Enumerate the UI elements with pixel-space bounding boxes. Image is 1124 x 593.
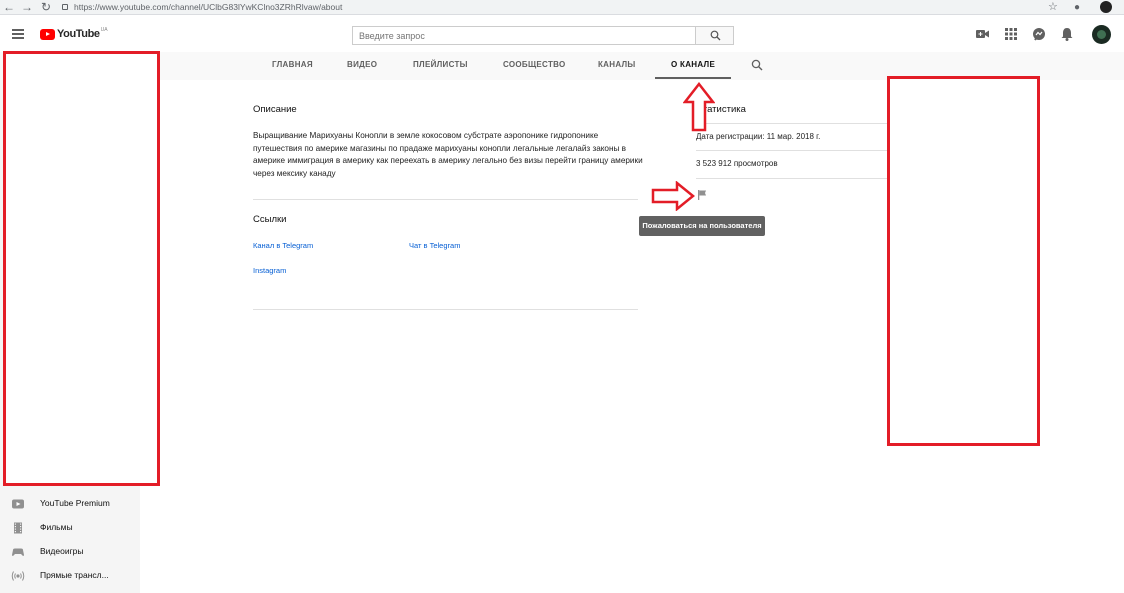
divider	[696, 123, 891, 124]
apps-icon[interactable]	[1003, 26, 1019, 42]
address-bar[interactable]: https://www.youtube.com/channel/UClbG83l…	[62, 1, 1062, 14]
sidebar-item-label: YouTube Premium	[40, 498, 110, 508]
youtube-icon	[12, 499, 24, 509]
reload-icon[interactable]: ↻	[39, 0, 53, 15]
tab-videos[interactable]: ВИДЕО	[347, 60, 377, 69]
channel-search-icon[interactable]	[751, 59, 763, 71]
divider	[696, 150, 891, 151]
channel-description: Выращивание Марихуаны Конопли в земле ко…	[253, 131, 643, 178]
sidebar-item-games[interactable]: Видеоигры	[0, 541, 140, 563]
logo-text: YouTube	[57, 28, 100, 40]
sidebar-item-films[interactable]: Фильмы	[0, 517, 140, 539]
tab-playlists[interactable]: ПЛЕЙЛИСТЫ	[413, 60, 468, 69]
links-heading: Ссылки	[253, 214, 287, 225]
right-redaction-box	[887, 76, 1040, 446]
right-arrow-annotation	[651, 181, 695, 211]
search-icon	[710, 30, 721, 41]
tab-about[interactable]: О КАНАЛЕ	[671, 60, 715, 69]
youtube-logo[interactable]: YouTube UA	[40, 26, 108, 42]
search-box	[352, 26, 734, 45]
create-video-icon[interactable]	[974, 26, 990, 42]
menu-icon[interactable]	[12, 29, 24, 39]
arrow-left-icon[interactable]: ←	[2, 0, 16, 15]
divider	[253, 199, 638, 200]
tab-community[interactable]: СООБЩЕСТВО	[503, 60, 566, 69]
sidebar-item-live[interactable]: Прямые трансл...	[0, 565, 140, 587]
sidebar-item-label: Видеоигры	[40, 546, 84, 556]
report-tooltip: Пожаловаться на пользователя	[639, 216, 765, 236]
arrow-right-icon[interactable]: →	[20, 0, 34, 15]
join-date: Дата регистрации: 11 мар. 2018 г.	[696, 132, 821, 141]
link-telegram-chat[interactable]: Чат в Telegram	[409, 241, 460, 250]
link-instagram[interactable]: Instagram	[253, 266, 286, 275]
star-icon[interactable]: ☆	[1048, 1, 1058, 14]
sidebar-item-label: Фильмы	[40, 522, 73, 532]
live-icon	[11, 571, 25, 581]
divider	[696, 178, 891, 179]
notifications-icon[interactable]	[1059, 26, 1075, 42]
flag-icon[interactable]	[696, 189, 708, 201]
url-text: https://www.youtube.com/channel/UClbG83l…	[74, 2, 343, 12]
divider	[253, 309, 638, 310]
search-button[interactable]	[695, 27, 733, 44]
page: ← → ↻ https://www.youtube.com/channel/UC…	[0, 0, 1124, 593]
sidebar-item-youtube-premium[interactable]: YouTube Premium	[0, 493, 140, 515]
browser-profile-avatar[interactable]	[1100, 1, 1112, 13]
up-arrow-annotation	[683, 82, 715, 132]
link-telegram-channel[interactable]: Канал в Telegram	[253, 241, 313, 250]
account-avatar[interactable]	[1092, 25, 1111, 44]
messages-icon[interactable]	[1031, 26, 1047, 42]
youtube-play-icon	[40, 28, 55, 40]
sidebar-item-label: Прямые трансл...	[40, 570, 109, 580]
view-count: 3 523 912 просмотров	[696, 159, 778, 168]
lock-icon	[62, 4, 68, 10]
browser-toolbar: ← → ↻ https://www.youtube.com/channel/UC…	[0, 0, 1124, 15]
description-heading: Описание	[253, 104, 297, 115]
active-tab-indicator	[655, 77, 731, 79]
left-redaction-box	[3, 51, 160, 486]
film-icon	[14, 522, 22, 534]
tab-channels[interactable]: КАНАЛЫ	[598, 60, 636, 69]
extension-icon[interactable]: ●	[1074, 1, 1080, 14]
tab-home[interactable]: ГЛАВНАЯ	[272, 60, 313, 69]
logo-country: UA	[100, 27, 108, 33]
gamepad-icon	[12, 548, 24, 556]
search-input[interactable]	[353, 27, 696, 44]
